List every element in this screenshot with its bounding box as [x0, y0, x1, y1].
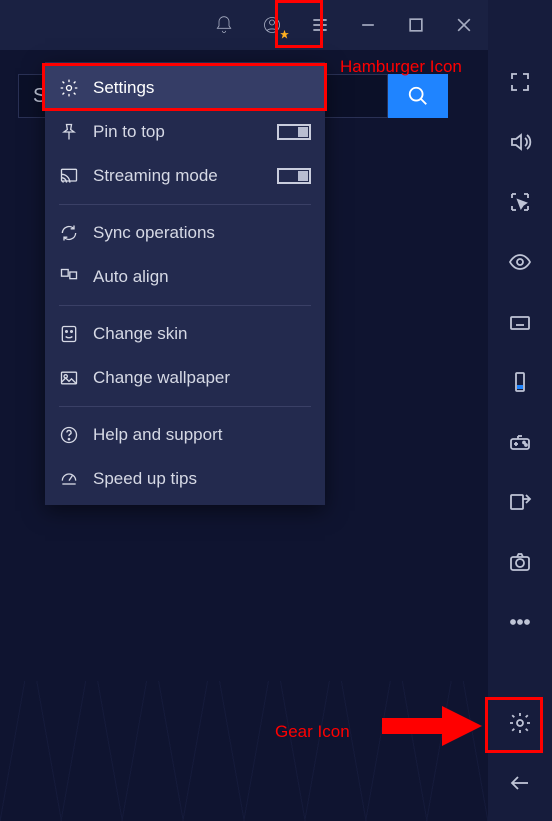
menu-item-label: Speed up tips [93, 469, 197, 489]
hamburger-icon[interactable] [296, 0, 344, 50]
annotation-arrow [382, 706, 482, 746]
sync-icon [59, 223, 79, 243]
bell-icon[interactable] [200, 0, 248, 50]
eye-icon[interactable] [490, 234, 550, 290]
skin-icon [59, 324, 79, 344]
menu-item-label: Change skin [93, 324, 188, 344]
menu-item-change-wallpaper[interactable]: Change wallpaper [45, 356, 325, 400]
menu-item-settings[interactable]: Settings [45, 66, 325, 110]
phone-icon[interactable] [490, 354, 550, 410]
toggle-streaming[interactable] [277, 168, 311, 184]
menu-item-label: Pin to top [93, 122, 165, 142]
gamepad-icon[interactable] [490, 414, 550, 470]
hamburger-menu: Settings Pin to top Streaming mode Sync … [45, 62, 325, 505]
right-sidebar [488, 0, 552, 821]
annotation-label-gear: Gear Icon [275, 722, 350, 742]
help-icon [59, 425, 79, 445]
fullscreen-icon[interactable] [490, 54, 550, 110]
titlebar [0, 0, 552, 50]
menu-separator [59, 204, 311, 205]
menu-separator [59, 406, 311, 407]
menu-item-pin-to-top[interactable]: Pin to top [45, 110, 325, 154]
camera-icon[interactable] [490, 534, 550, 590]
search-button[interactable] [388, 74, 448, 118]
align-icon [59, 267, 79, 287]
menu-item-label: Help and support [93, 425, 222, 445]
volume-icon[interactable] [490, 114, 550, 170]
menu-item-streaming-mode[interactable]: Streaming mode [45, 154, 325, 198]
pin-icon [59, 122, 79, 142]
menu-item-help-and-support[interactable]: Help and support [45, 413, 325, 457]
toggle-pin[interactable] [277, 124, 311, 140]
speed-icon [59, 469, 79, 489]
menu-separator [59, 305, 311, 306]
gear-icon [59, 78, 79, 98]
menu-item-label: Sync operations [93, 223, 215, 243]
close-icon[interactable] [440, 0, 488, 50]
menu-item-auto-align[interactable]: Auto align [45, 255, 325, 299]
gear-icon[interactable] [490, 695, 550, 751]
menu-item-label: Streaming mode [93, 166, 218, 186]
back-icon[interactable] [490, 755, 550, 811]
image-icon [59, 368, 79, 388]
menu-item-label: Change wallpaper [93, 368, 230, 388]
cursor-select-icon[interactable] [490, 174, 550, 230]
menu-item-label: Settings [93, 78, 154, 98]
cast-icon [59, 166, 79, 186]
menu-item-change-skin[interactable]: Change skin [45, 312, 325, 356]
keyboard-icon[interactable] [490, 294, 550, 350]
more-icon[interactable] [490, 594, 550, 650]
background-grid [0, 681, 488, 821]
menu-item-sync-operations[interactable]: Sync operations [45, 211, 325, 255]
minimize-icon[interactable] [344, 0, 392, 50]
maximize-icon[interactable] [392, 0, 440, 50]
location-share-icon[interactable] [490, 474, 550, 530]
user-icon[interactable] [248, 0, 296, 50]
menu-item-speed-up-tips[interactable]: Speed up tips [45, 457, 325, 501]
menu-item-label: Auto align [93, 267, 169, 287]
